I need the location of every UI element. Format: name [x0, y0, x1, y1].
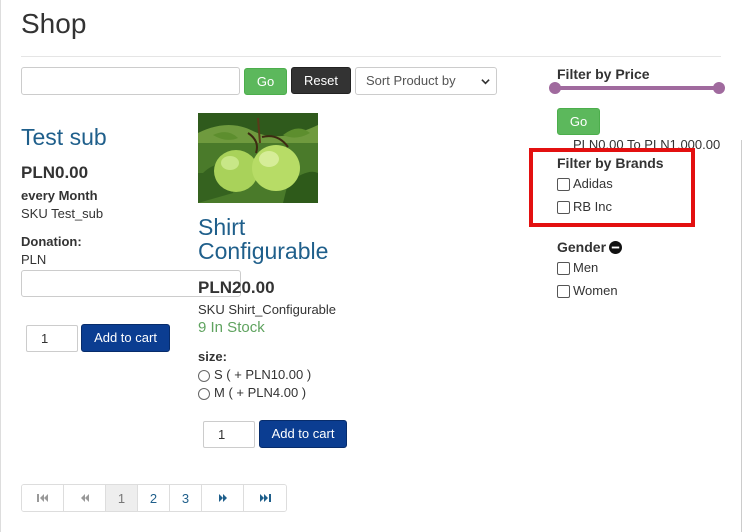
billing-period: every Month [21, 188, 98, 203]
product-title-shirt-configurable[interactable]: Shirt Configurable [198, 215, 358, 263]
product-price: PLN0.00 [21, 163, 89, 182]
page-title: Shop [21, 8, 87, 39]
prev-page-icon [80, 494, 89, 502]
product-image[interactable] [198, 113, 318, 203]
next-page-button[interactable] [202, 485, 244, 511]
filter-price-title: Filter by Price [557, 66, 650, 82]
sort-select[interactable]: Sort Product by [355, 67, 497, 95]
checkbox[interactable] [557, 262, 570, 275]
sort-select-value: Sort Product by [366, 73, 456, 88]
size-option-m[interactable]: M ( + PLN4.00 ) [198, 385, 306, 400]
add-to-cart-button[interactable]: Add to cart [81, 324, 170, 352]
size-option-s[interactable]: S ( + PLN10.00 ) [198, 367, 311, 382]
stock-status: 9 In Stock [198, 319, 265, 336]
green-apple-photo [198, 113, 318, 203]
donation-currency: PLN [21, 252, 47, 267]
product-title-test-sub[interactable]: Test sub [21, 124, 107, 151]
gender-label: Men [573, 260, 599, 275]
next-page-icon [218, 494, 227, 502]
gender-filter-men[interactable]: Men [557, 260, 598, 275]
add-to-cart-button[interactable]: Add to cart [259, 420, 347, 448]
price-slider-min-handle[interactable] [549, 82, 561, 94]
page-2-button[interactable]: 2 [138, 485, 170, 511]
search-go-button[interactable]: Go [244, 68, 287, 95]
product-sku: SKU Test_sub [21, 206, 104, 221]
page-3-button[interactable]: 3 [170, 485, 202, 511]
price-slider-max-handle[interactable] [713, 82, 725, 94]
gender-filter-title[interactable]: Gender [557, 239, 623, 255]
filter-brands-title: Filter by Brands [557, 155, 664, 171]
search-input[interactable] [21, 67, 240, 95]
brand-label: Adidas [573, 176, 613, 191]
product-price: PLN20.00 [198, 278, 275, 297]
page-1-button[interactable]: 1 [106, 485, 138, 511]
checkbox[interactable] [557, 201, 570, 214]
last-page-button[interactable] [244, 485, 286, 511]
price-slider-track[interactable] [555, 86, 719, 90]
checkbox[interactable] [557, 178, 570, 191]
size-label: size: [198, 349, 227, 364]
prev-page-button[interactable] [64, 485, 106, 511]
title-divider [21, 56, 721, 57]
size-option-label: S ( + PLN10.00 ) [214, 367, 312, 382]
page-border-left [0, 0, 1, 532]
chevron-down-icon [481, 79, 490, 85]
last-page-icon [260, 494, 271, 502]
quantity-input[interactable]: 1 [203, 421, 255, 448]
brand-label: RB Inc [573, 199, 613, 214]
donation-label: Donation: [21, 234, 82, 249]
brand-filter-rb-inc[interactable]: RB Inc [557, 199, 612, 214]
first-page-button[interactable] [22, 485, 64, 511]
gender-filter-women[interactable]: Women [557, 283, 618, 298]
radio-button[interactable] [198, 387, 210, 400]
pagination: 1 2 3 [21, 484, 287, 512]
gender-label: Women [573, 283, 618, 298]
size-option-label: M ( + PLN4.00 ) [214, 385, 307, 400]
checkbox[interactable] [557, 285, 570, 298]
brand-filter-adidas[interactable]: Adidas [557, 176, 613, 191]
gender-title-label: Gender [557, 239, 607, 255]
first-page-icon [36, 494, 48, 502]
minus-circle-icon[interactable] [609, 240, 623, 254]
quantity-input[interactable]: 1 [26, 325, 78, 352]
price-filter-go-button[interactable]: Go [557, 108, 600, 135]
scrollbar-edge [741, 140, 742, 532]
reset-button[interactable]: Reset [291, 67, 351, 94]
radio-button[interactable] [198, 369, 210, 382]
product-sku: SKU Shirt_Configurable [198, 302, 337, 317]
